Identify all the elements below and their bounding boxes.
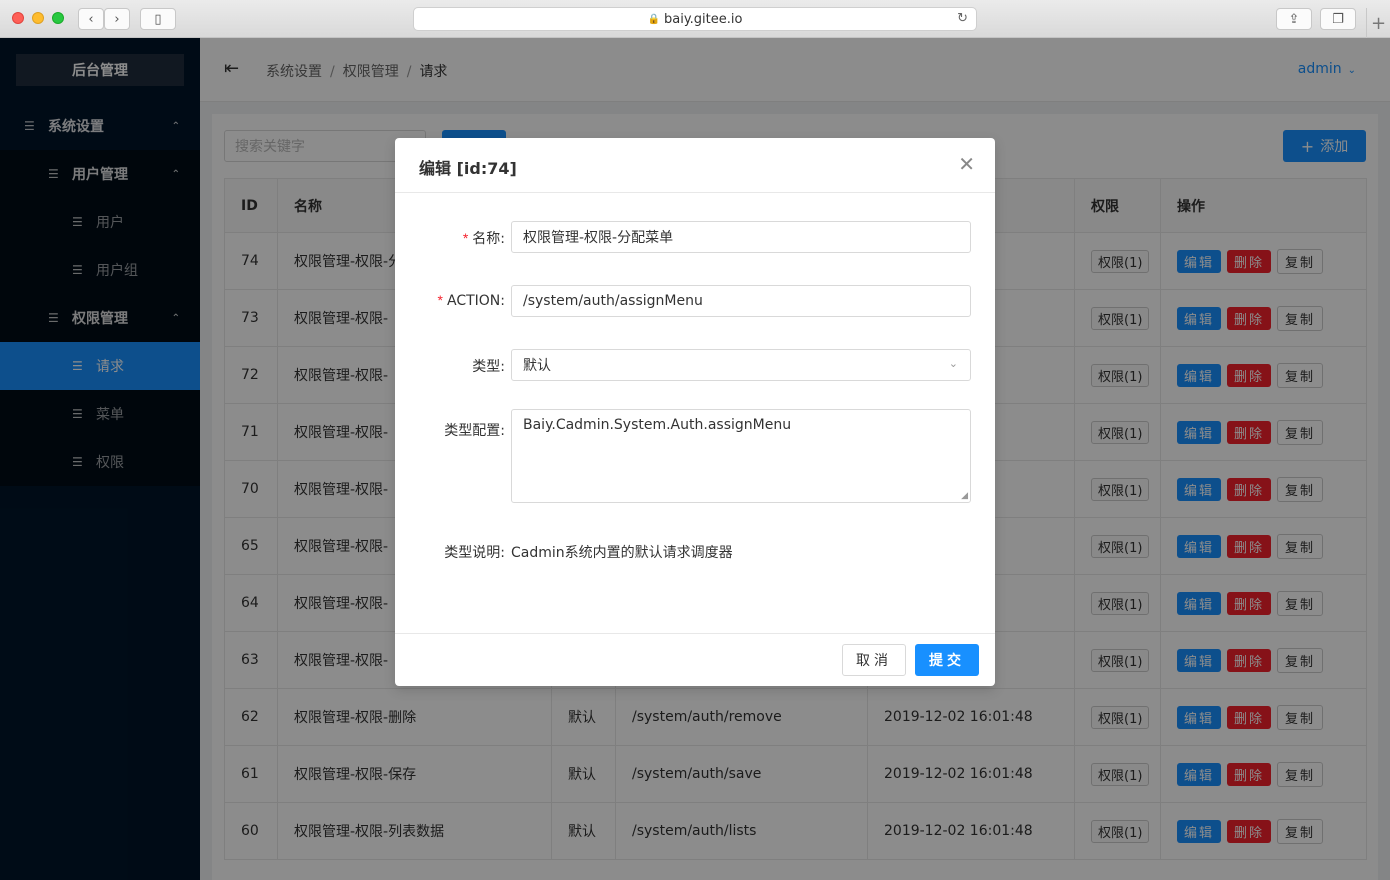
plus-icon: + [1370,12,1387,34]
type-select-value: 默认 [523,358,551,374]
type-config-textarea[interactable]: Baiy.Cadmin.System.Auth.assignMenu ◢ [511,409,971,503]
action-field-value: /system/auth/assignMenu [523,293,703,309]
share-icon: ⇪ [1288,11,1300,27]
dialog-footer: 取消 提交 [395,633,995,686]
forward-button[interactable]: › [104,8,130,30]
address-bar[interactable]: 🔒 baiy.gitee.io ↻ [413,7,977,31]
type-desc-label: 类型说明: [444,545,505,561]
type-label: 类型: [472,359,505,375]
close-window-button[interactable] [12,12,24,24]
url-text: baiy.gitee.io [663,11,743,27]
edit-dialog: 编辑 [id:74] ✕ * 名称: 权限管理-权限-分配菜单 * ACTION: … [395,138,995,686]
cancel-button[interactable]: 取消 [842,644,906,676]
reload-icon[interactable]: ↻ [957,11,968,26]
submit-button[interactable]: 提交 [915,644,979,676]
name-field-value: 权限管理-权限-分配菜单 [523,230,674,246]
action-label: * ACTION: [438,292,505,309]
type-desc-value: Cadmin系统内置的默认请求调度器 [511,545,733,561]
new-tab-button[interactable]: + [1366,8,1390,38]
chevron-right-icon: › [114,11,120,27]
back-button[interactable]: ‹ [78,8,104,30]
chevron-down-icon: ⌄ [948,357,958,370]
name-field[interactable]: 权限管理-权限-分配菜单 [511,221,971,253]
type-config-value: Baiy.Cadmin.System.Auth.assignMenu [523,417,792,433]
action-field[interactable]: /system/auth/assignMenu [511,285,971,317]
sidebar-toggle-button[interactable]: ▯ [140,8,176,30]
type-config-label: 类型配置: [444,423,505,439]
share-button[interactable]: ⇪ [1276,8,1312,30]
dialog-title: 编辑 [id:74] [419,159,517,178]
required-mark: * [462,230,469,246]
name-label-text: 名称: [472,231,505,247]
action-label-text: ACTION: [447,293,505,309]
sidebar-icon: ▯ [154,11,162,27]
minimize-window-button[interactable] [32,12,44,24]
tabs-icon: ❐ [1332,11,1344,27]
resize-handle-icon[interactable]: ◢ [961,491,968,501]
type-select[interactable]: 默认 ⌄ [511,349,971,381]
chevron-left-icon: ‹ [88,11,94,27]
name-label: * 名称: [463,228,505,248]
tabs-overview-button[interactable]: ❐ [1320,8,1356,30]
close-icon[interactable]: ✕ [958,152,975,176]
dialog-header: 编辑 [id:74] ✕ [395,138,995,193]
lock-icon: 🔒 [647,13,660,25]
zoom-window-button[interactable] [52,12,64,24]
browser-chrome: ‹ › ▯ 🔒 baiy.gitee.io ↻ ⇪ ❐ + [0,0,1390,38]
required-mark: * [437,292,443,308]
